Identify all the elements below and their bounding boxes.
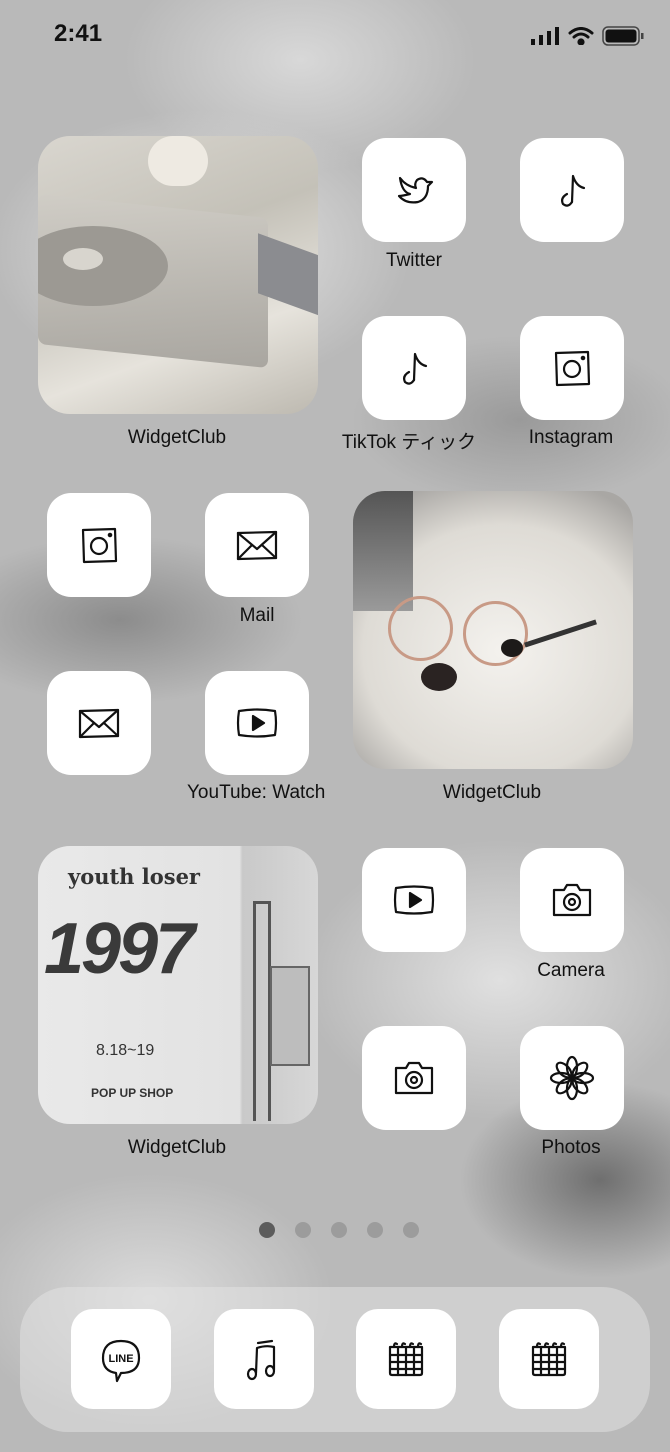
app-label: YouTube: Watch (187, 782, 326, 803)
widget-label: WidgetClub (127, 427, 227, 448)
camera-square-icon (81, 527, 118, 564)
envelope-icon (236, 530, 278, 561)
wifi-icon (568, 27, 594, 45)
dock-app-music[interactable] (214, 1309, 314, 1409)
app-twitter[interactable] (362, 138, 466, 242)
poster-year: 1997 (44, 909, 195, 989)
camera-square-icon (554, 350, 591, 387)
app-label: Camera (537, 960, 605, 981)
music-note-icon (403, 352, 428, 385)
app-label: TikTok ティック (341, 432, 477, 453)
app-tiktok[interactable] (362, 316, 466, 420)
poster-title: youth loser (68, 864, 200, 889)
app-instagram[interactable] (47, 493, 151, 597)
widget-label: WidgetClub (442, 782, 542, 803)
dock-app-line[interactable]: LINE (71, 1309, 171, 1409)
status-time: 2:41 (54, 20, 103, 47)
calendar-icon (388, 1342, 424, 1377)
play-icon (393, 885, 435, 915)
app-camera[interactable] (520, 848, 624, 952)
battery-icon (602, 26, 644, 46)
widget-dog[interactable] (353, 491, 633, 769)
camera-icon (552, 883, 592, 917)
page-dot[interactable] (403, 1222, 419, 1238)
play-icon (236, 708, 278, 738)
app-photos[interactable] (520, 1026, 624, 1130)
signal-icon (531, 27, 559, 45)
widget-poster[interactable]: youth loser 1997 8.18~19 POP UP SHOP (38, 846, 318, 1124)
calendar-icon (531, 1342, 567, 1377)
app-label: Photos (541, 1137, 601, 1158)
app-mail[interactable] (205, 493, 309, 597)
poster-date: 8.18~19 (96, 1042, 155, 1059)
line-text: LINE (108, 1353, 133, 1365)
app-label: Twitter (386, 250, 442, 271)
camera-icon (394, 1061, 434, 1095)
app-youtube[interactable] (205, 671, 309, 775)
bird-icon (397, 176, 434, 204)
music-note-icon (561, 174, 586, 207)
app-camera[interactable] (362, 1026, 466, 1130)
app-tiktok[interactable] (520, 138, 624, 242)
app-instagram[interactable] (520, 316, 624, 420)
music-notes-icon (246, 1339, 276, 1381)
line-icon: LINE (101, 1339, 141, 1383)
envelope-icon (78, 708, 120, 739)
page-dot[interactable] (367, 1222, 383, 1238)
app-mail[interactable] (47, 671, 151, 775)
flower-icon (549, 1055, 595, 1101)
app-label: Mail (239, 605, 275, 626)
dock-app-calendar[interactable] (356, 1309, 456, 1409)
app-youtube[interactable] (362, 848, 466, 952)
widget-record-player[interactable] (38, 136, 318, 414)
page-dot-active[interactable] (259, 1222, 275, 1238)
page-dot[interactable] (295, 1222, 311, 1238)
widget-label: WidgetClub (127, 1137, 227, 1158)
dock-app-calendar[interactable] (499, 1309, 599, 1409)
page-dot[interactable] (331, 1222, 347, 1238)
poster-subtitle: POP UP SHOP (91, 1086, 174, 1100)
app-label: Instagram (528, 427, 614, 448)
status-icons (530, 26, 644, 46)
